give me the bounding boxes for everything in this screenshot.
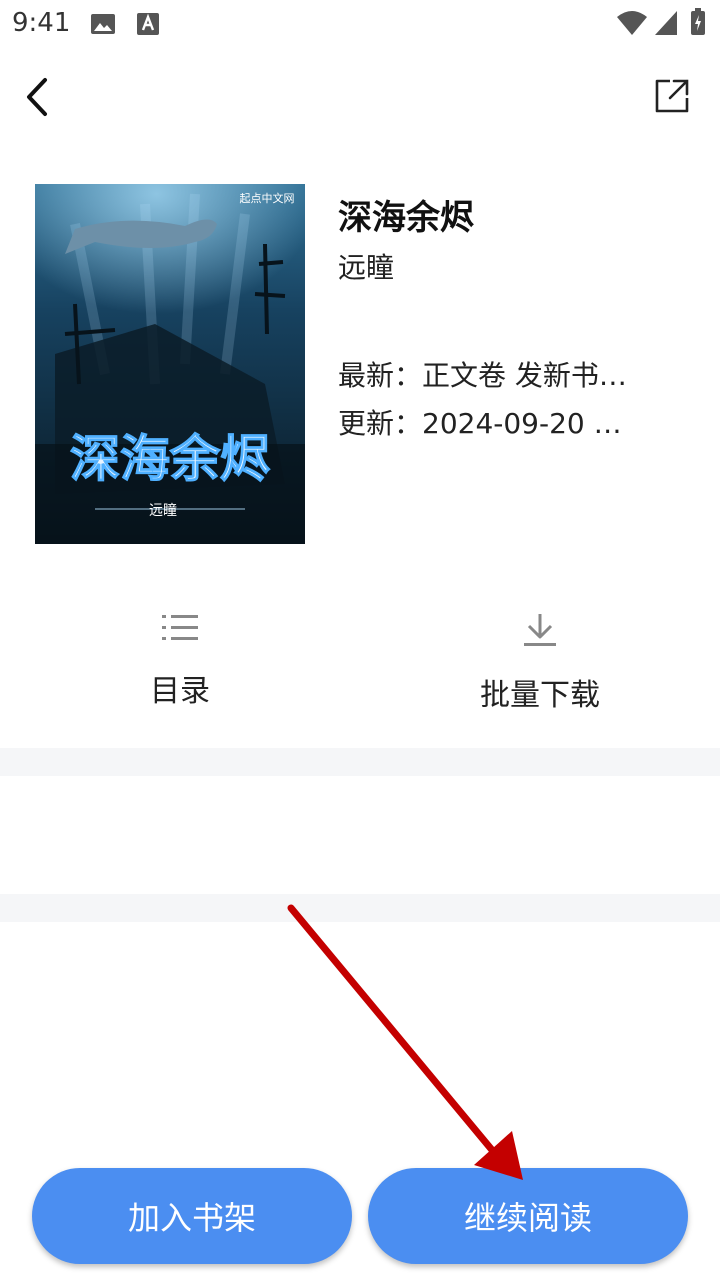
download-icon [524,614,556,646]
continue-reading-button[interactable]: 继续阅读 [368,1168,688,1264]
section-divider [0,894,720,922]
top-bar [0,60,720,132]
share-button[interactable] [648,72,696,120]
add-to-shelf-button[interactable]: 加入书架 [32,1168,352,1264]
update-time: 更新：2024-09-20 … [338,407,622,440]
battery-icon [690,8,706,40]
back-arrow-icon [27,78,47,116]
cover-author-text: 远瞳 [149,502,177,519]
section-divider [0,748,720,776]
book-author[interactable]: 远瞳 [338,246,394,286]
status-bar: 9:41 [0,0,720,48]
cover-title-text: 深海余烬 [70,430,270,488]
batch-download-button[interactable]: 批量下载 [440,612,640,722]
back-button[interactable] [14,70,62,124]
signal-icon [654,10,678,40]
wifi-icon [616,10,648,40]
share-icon [655,79,689,113]
cover-publisher-text: 起点中文网 [240,191,295,205]
list-icon [162,615,198,640]
latest-chapter: 最新：正文卷 发新书… [338,359,627,392]
toc-label: 目录 [150,674,210,709]
a-text-icon [136,12,160,40]
book-title: 深海余烬 [338,198,474,238]
batch-download-label: 批量下载 [480,678,600,713]
toc-button[interactable]: 目录 [80,612,280,722]
image-icon [90,12,116,40]
book-cover-image[interactable]: 起点中文网 深海余烬 远瞳 [35,184,305,544]
status-time: 9:41 [12,8,71,38]
